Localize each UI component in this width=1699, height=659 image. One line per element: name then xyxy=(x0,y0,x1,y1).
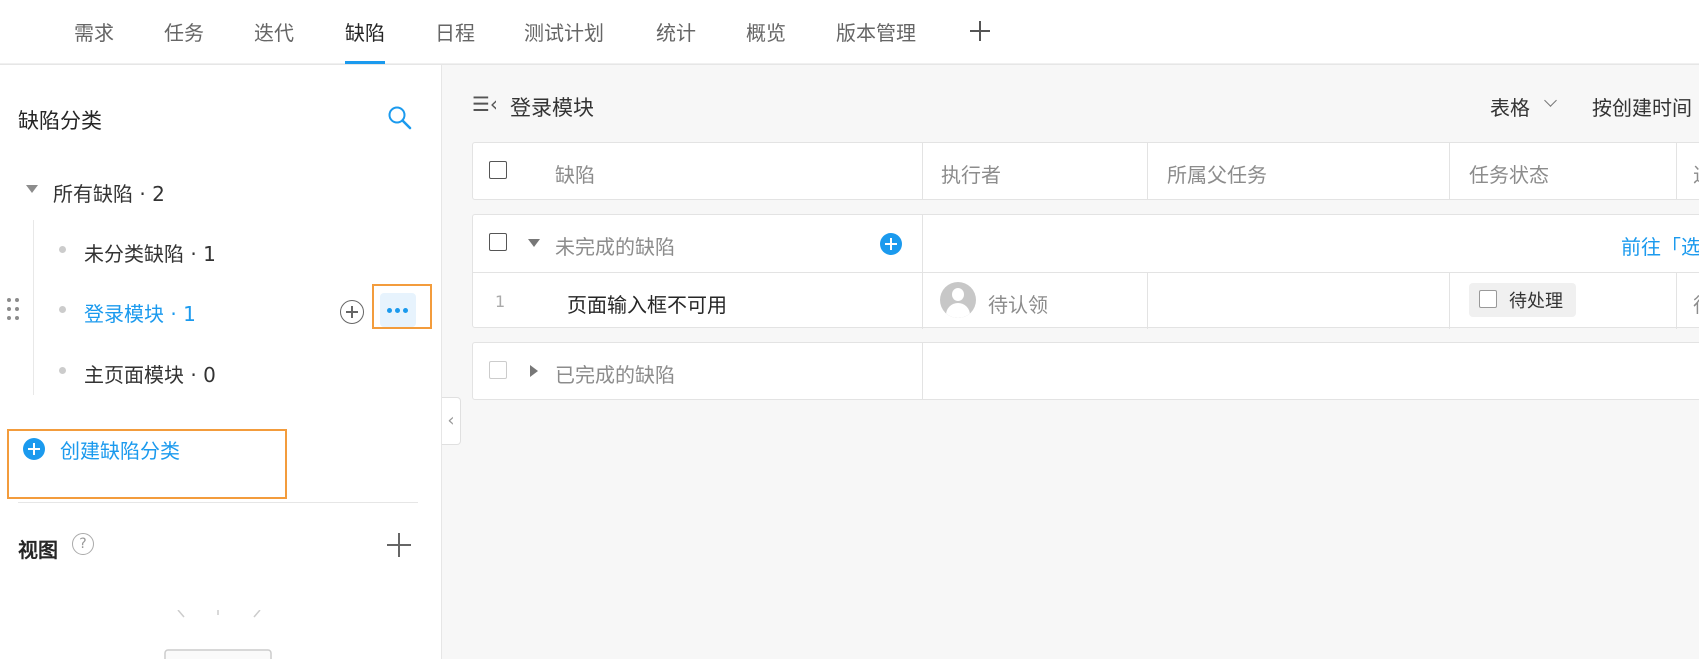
create-category-plus-icon[interactable] xyxy=(23,438,45,460)
table-header: 缺陷 执行者 所属父任务 任务状态 进 xyxy=(472,142,1699,200)
empty-illustration-icon xyxy=(164,610,272,659)
column-header-clipped[interactable]: 进 xyxy=(1693,159,1699,188)
clipped-cell: 待 xyxy=(1693,289,1699,318)
tab-requirements[interactable]: 需求 xyxy=(74,0,114,64)
group-incomplete: 未完成的缺陷 前往「选 1 页面输入框不可用 待认领 待处理 待 xyxy=(472,214,1699,329)
views-heading: 视图 xyxy=(18,538,58,562)
tab-test-plan[interactable]: 测试计划 xyxy=(524,0,604,64)
tree-root-all-defects[interactable]: 所有缺陷 · 2 xyxy=(53,178,165,207)
group-completed: 已完成的缺陷 xyxy=(472,342,1699,400)
group-label-incomplete: 未完成的缺陷 xyxy=(555,235,675,259)
group-select-checkbox[interactable] xyxy=(489,233,507,251)
tab-schedule[interactable]: 日程 xyxy=(435,0,475,64)
tab-overview[interactable]: 概览 xyxy=(746,0,786,64)
add-defect-icon[interactable] xyxy=(880,233,902,255)
tree-item-bullet xyxy=(59,246,66,253)
tree-item-home-module[interactable]: 主页面模块 · 0 xyxy=(84,359,216,388)
status-checkbox[interactable] xyxy=(1479,290,1497,308)
tree-item-unclassified[interactable]: 未分类缺陷 · 1 xyxy=(84,238,216,267)
sidebar-title: 缺陷分类 xyxy=(18,109,102,133)
group-collapse-arrow-icon[interactable] xyxy=(530,365,538,377)
add-tab-icon[interactable] xyxy=(965,14,995,48)
column-header-assignee[interactable]: 执行者 xyxy=(941,159,1001,188)
assignee-label[interactable]: 待认领 xyxy=(988,289,1048,318)
tab-iterations[interactable]: 迭代 xyxy=(254,0,294,64)
row-index: 1 xyxy=(495,292,506,311)
column-header-defect[interactable]: 缺陷 xyxy=(555,159,595,188)
view-mode-select[interactable]: 表格 xyxy=(1490,92,1530,121)
help-icon[interactable]: ? xyxy=(72,533,94,555)
tree-expand-arrow-icon[interactable] xyxy=(26,185,38,193)
tab-statistics[interactable]: 统计 xyxy=(656,0,696,64)
top-nav: 需求 任务 迭代 缺陷 日程 测试计划 统计 概览 版本管理 xyxy=(0,0,1699,65)
group-expand-arrow-icon[interactable] xyxy=(528,239,540,247)
sidebar-divider xyxy=(18,502,418,503)
avatar-icon[interactable] xyxy=(940,282,976,318)
group-select-checkbox[interactable] xyxy=(489,361,507,379)
drag-handle-icon[interactable] xyxy=(5,298,21,324)
column-header-parent-task[interactable]: 所属父任务 xyxy=(1167,159,1267,188)
create-category-button[interactable]: 创建缺陷分类 xyxy=(60,435,180,464)
tab-defects[interactable]: 缺陷 xyxy=(345,0,385,64)
fold-menu-icon[interactable]: ☰‹ xyxy=(472,92,498,116)
goto-link[interactable]: 前往「选 xyxy=(1621,231,1699,260)
sort-select[interactable]: 按创建时间 xyxy=(1592,92,1692,121)
tab-version-management[interactable]: 版本管理 xyxy=(836,0,916,64)
sidebar xyxy=(0,65,442,659)
add-subcategory-icon[interactable] xyxy=(340,300,364,324)
add-view-icon[interactable] xyxy=(387,533,411,557)
group-label-completed: 已完成的缺陷 xyxy=(555,363,675,387)
status-badge[interactable]: 待处理 xyxy=(1469,283,1576,317)
defect-title[interactable]: 页面输入框不可用 xyxy=(567,289,727,318)
status-label: 待处理 xyxy=(1509,291,1563,312)
select-all-checkbox[interactable] xyxy=(489,161,507,179)
tab-tasks[interactable]: 任务 xyxy=(164,0,204,64)
tree-item-login-module[interactable]: 登录模块 · 1 xyxy=(84,298,196,327)
column-header-task-status[interactable]: 任务状态 xyxy=(1469,159,1549,188)
tree-guide-line xyxy=(33,220,34,395)
tree-item-bullet xyxy=(59,367,66,374)
collapse-sidebar-handle[interactable]: ‹ xyxy=(442,397,461,445)
breadcrumb: 登录模块 xyxy=(510,96,594,120)
tree-item-bullet xyxy=(59,306,66,313)
more-options-button[interactable] xyxy=(380,293,416,327)
search-icon[interactable] xyxy=(387,105,413,131)
